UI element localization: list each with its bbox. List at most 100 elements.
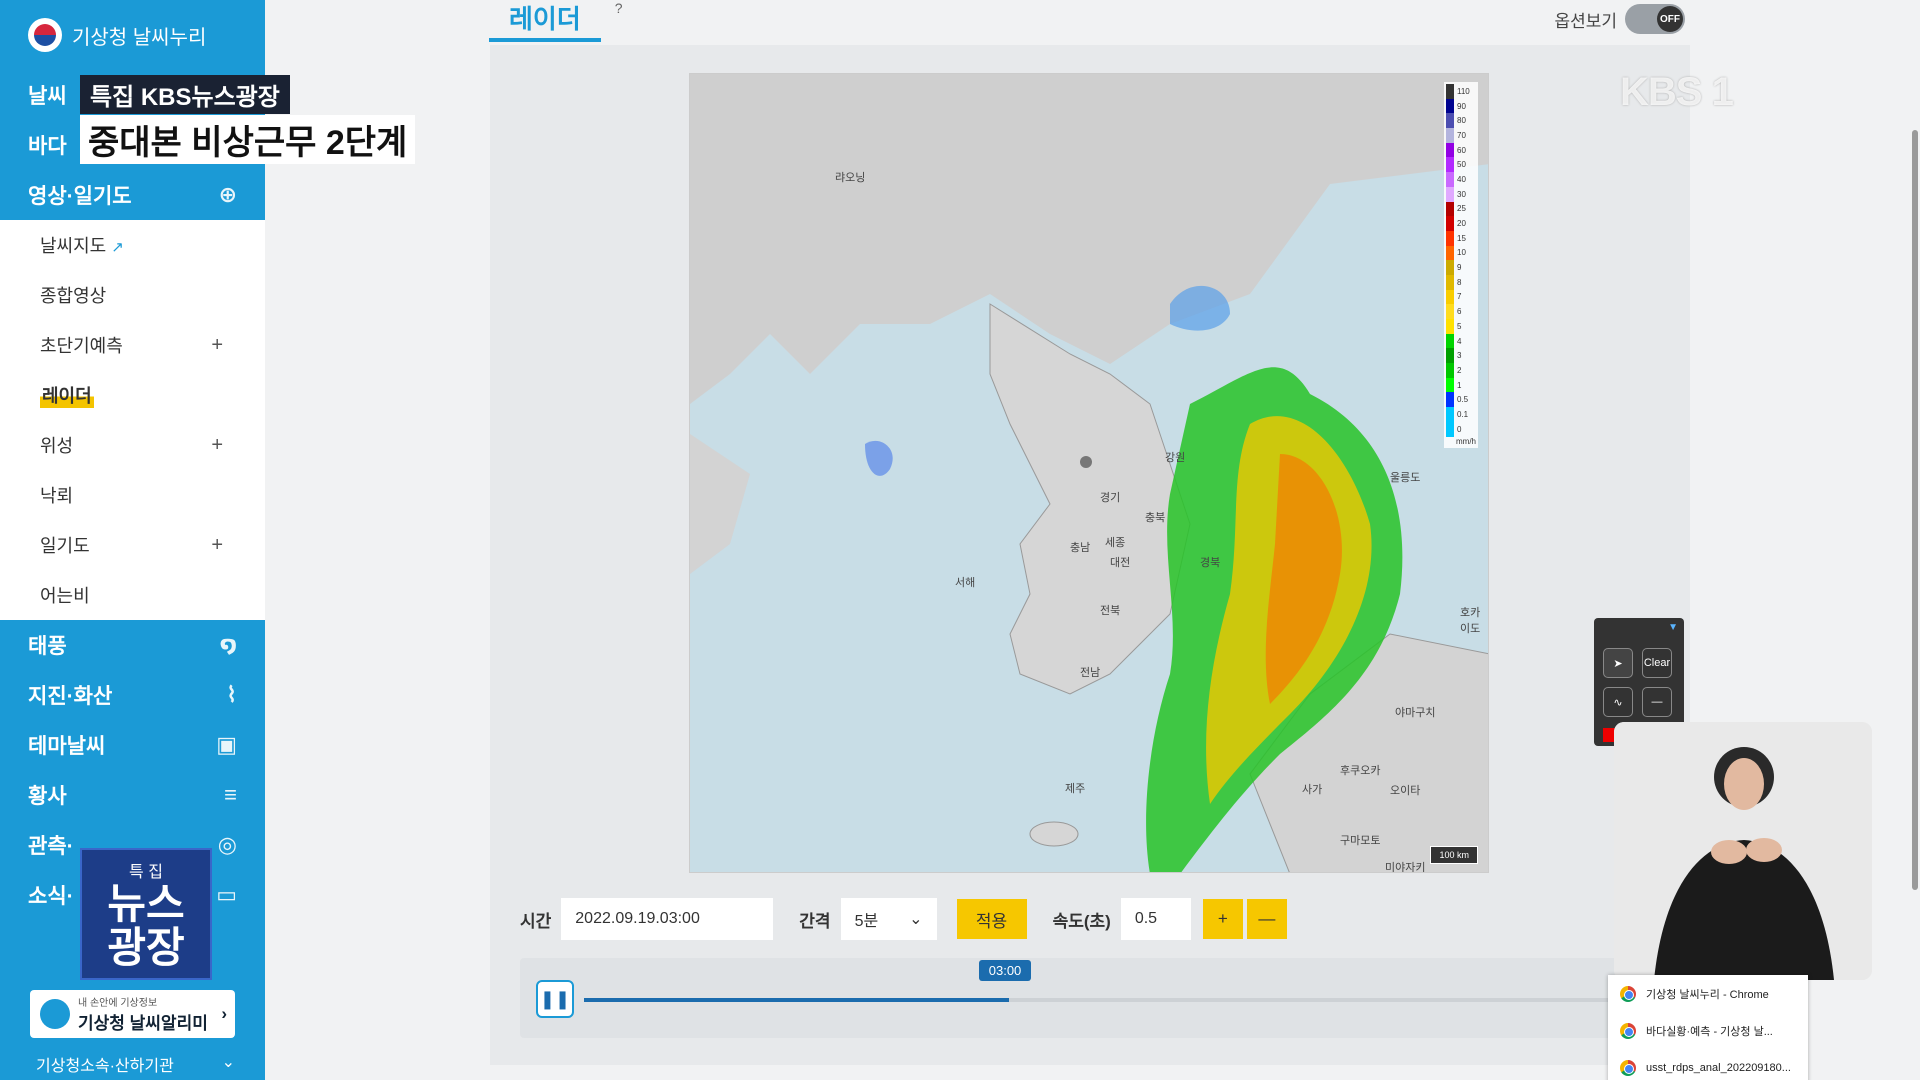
toggle-state: OFF [1657,6,1683,32]
expand-plus-icon[interactable]: + [211,534,223,557]
map-label: 후쿠오카 [1340,765,1381,777]
speed-minus-button[interactable]: — [1246,899,1287,939]
legend-swatch [1446,113,1454,129]
timeline-slider[interactable]: ❚❚ 03:00 [520,958,1620,1038]
speed-label: 속도(초) [1052,911,1111,931]
kma-emblem-icon [28,18,62,52]
rain-rate-legend: 110 90 80 70 60 50 40 30 25 20 15 10 9 8 7 6 5 4 3 2 1 0.5 0.1… [1444,82,1478,448]
legend-value: 40 [1457,174,1466,184]
legend-swatch [1446,245,1454,261]
map-label: 충남 [1070,542,1091,554]
speed-plus-button[interactable]: + [1202,899,1243,939]
window-title: 기상청 날씨누리 - Chrome [1646,988,1769,1001]
legend-swatch [1446,319,1454,334]
window-item[interactable]: 기상청 날씨누리 - Chrome [1608,975,1808,1012]
legend-row: 50 [1446,157,1476,173]
clear-button[interactable]: Clear [1642,648,1672,678]
tab-radar[interactable]: 레이더 [489,0,601,42]
kbs-logo: KBS 1 [1620,70,1734,114]
submenu-item-nowcast[interactable]: 초단기예측 + [0,320,265,370]
interval-select[interactable]: 5분 ⌄ [840,898,937,940]
legend-swatch [1446,407,1454,422]
line-icon[interactable]: — [1642,687,1672,717]
legend-value: 8 [1457,277,1462,287]
satellite-icon: ⊕ [218,182,237,207]
site-logo[interactable]: 기상청 날씨누리 [0,0,265,70]
tab-bar: 레이더 ? [489,0,623,42]
app-banner[interactable]: 내 손안에 기상정보 기상청 날씨알리미 › [30,990,235,1038]
map-label: 강원 [1165,452,1186,464]
legend-value: 1 [1457,380,1462,390]
pause-icon[interactable]: ❚❚ [536,980,574,1018]
submenu-label: 초단기예측 [40,336,123,356]
options-toggle[interactable]: 옵션보기 OFF [1554,4,1685,34]
cursor-icon[interactable]: ➤ [1603,648,1633,678]
legend-swatch [1446,157,1454,173]
nav-item-dust[interactable]: 황사 ≡ [0,770,265,820]
legend-swatch [1446,392,1454,408]
chrome-icon [1620,1059,1636,1076]
submenu-item-weather-chart[interactable]: 일기도 + [0,520,265,570]
submenu-item-weather-map[interactable]: 날씨지도 ↗ [0,220,265,270]
submenu-label: 날씨지도 [40,236,107,256]
timeline-time-marker[interactable]: 03:00 [978,960,1032,981]
playback-controls: 시간 2022.09.19.03:00 간격 5분 ⌄ 적용 속도(초) 0.5… [520,898,1287,940]
legend-swatch [1446,289,1454,305]
news-logo-line2: 광장 [107,924,185,971]
shandong-land [690,434,750,574]
site-title: 기상청 날씨누리 [72,26,207,49]
nav-label: 소식· [28,885,74,908]
timeline-track[interactable] [584,998,1620,1002]
radar-map[interactable]: 랴오닝 강원 경기 충북 충남 세종 대전 서해 전북 경북 전남 제주 울릉도… [689,73,1489,873]
nav-item-earthquake[interactable]: 지진·화산 ⌇ [0,670,265,720]
nav-item-imagery[interactable]: 영상·일기도 ⊕ [0,170,265,220]
expand-plus-icon[interactable]: + [211,334,223,357]
map-label: 야마구치 [1395,707,1436,719]
submenu-item-satellite[interactable]: 위성 + [0,420,265,470]
legend-row: 3 [1446,348,1476,364]
legend-unit: mm/h [1456,436,1476,446]
expand-plus-icon[interactable]: + [211,434,223,457]
nav-label: 태풍 [28,635,67,658]
options-switch[interactable]: OFF [1625,4,1685,34]
window-title: usst_rdps_anal_202209180... [1646,1061,1791,1074]
chrome-icon [1620,1022,1636,1039]
speed-input[interactable]: 0.5 [1120,898,1191,940]
help-icon[interactable]: ? [615,0,623,42]
submenu-item-lightning[interactable]: 낙뢰 [0,470,265,520]
submenu-item-freezing-rain[interactable]: 어는비 [0,570,265,620]
nav-item-theme[interactable]: 테마날씨 ▣ [0,720,265,770]
map-label: 서해 [955,577,976,589]
nav-label: 관측· [28,835,74,858]
time-input[interactable]: 2022.09.19.03:00 [561,898,774,940]
legend-value: 10 [1457,248,1466,258]
nav-label: 바다 [28,135,67,158]
window-item[interactable]: usst_rdps_anal_202209180... [1608,1049,1808,1080]
legend-swatch [1446,363,1454,378]
window-item[interactable]: 바다실황·예측 - 기상청 날... [1608,1012,1808,1049]
submenu-item-composite[interactable]: 종합영상 [0,270,265,320]
collapse-arrow-icon[interactable]: ▼ [1668,622,1678,633]
freehand-icon[interactable]: ∿ [1603,687,1633,717]
china-manchuria-land [690,74,1488,404]
observe-icon: ◎ [217,832,237,857]
legend-row: 9 [1446,260,1476,275]
map-label: 전남 [1080,667,1101,679]
legend-value: 50 [1457,160,1466,170]
legend-swatch [1446,84,1454,99]
legend-swatch [1446,421,1454,437]
page-scrollbar[interactable] [1912,130,1918,890]
affiliates-dropdown[interactable]: 기상청소속·산하기관 ⌄ [36,1052,235,1080]
map-label: 대전 [1110,557,1131,569]
legend-row: 40 [1446,172,1476,187]
nav-item-typhoon[interactable]: 태풍 ໑ [0,620,265,670]
submenu-label: 위성 [40,436,74,456]
apply-button[interactable]: 적용 [956,899,1027,939]
submenu-item-radar[interactable]: 레이더 [0,370,265,420]
legend-row: 110 [1446,84,1476,99]
submenu-label: 종합영상 [40,286,107,306]
legend-row: 2 [1446,363,1476,378]
legend-value: 20 [1457,219,1466,229]
app-banner-title: 기상청 날씨알리미 [78,1014,208,1033]
legend-row: 4 [1446,333,1476,349]
